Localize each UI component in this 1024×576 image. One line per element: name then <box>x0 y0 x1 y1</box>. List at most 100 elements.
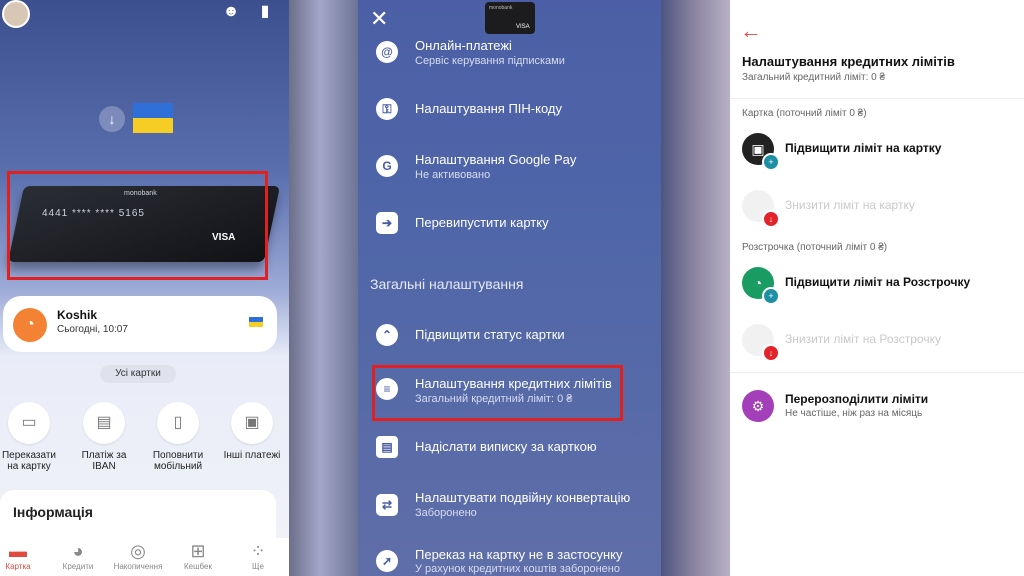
divider <box>730 98 1024 99</box>
jar-icon: ◔ <box>13 308 47 342</box>
blurred-background <box>661 0 730 576</box>
item-title: Перерозподілити ліміти <box>785 392 929 406</box>
card-section-label: Картка (поточний ліміт 0 ₴) <box>742 108 867 119</box>
nav-label: Ще <box>252 562 264 571</box>
item-subtitle: Сервіс керування підписками <box>415 55 565 67</box>
item-title: Переказ на картку не в застосунку <box>415 547 623 562</box>
menu-double-conversion[interactable]: ⇄ Налаштувати подвійну конвертацію Забор… <box>358 490 661 540</box>
close-icon[interactable]: ✕ <box>370 6 388 32</box>
card-settings-menu: ✕ monobank VISA @ Онлайн-платежі Сервіс … <box>358 0 661 576</box>
action-transfer-card[interactable]: ▭ Переказати на картку <box>0 402 59 472</box>
highlight-credit-limits <box>372 365 623 421</box>
jar-name: Koshik <box>57 308 98 322</box>
page-title: Налаштування кредитних лімітів <box>742 54 955 69</box>
item-title: Налаштування Google Pay <box>415 152 577 167</box>
menu-pin-settings[interactable]: ⚿ Налаштування ПІН-коду <box>358 98 661 148</box>
item-title: Перевипустити картку <box>415 215 549 230</box>
nav-label: Картка <box>5 562 31 571</box>
item-title: Надіслати виписку за карткою <box>415 439 597 454</box>
transfer-icon: ➚ <box>376 550 398 572</box>
action-other[interactable]: ▣ Інші платежі <box>222 402 282 461</box>
minus-badge-icon: ↓ <box>762 344 780 362</box>
item-subtitle: Не частіше, ніж раз на місяць <box>785 408 923 419</box>
ukraine-flag-icon <box>133 103 173 133</box>
menu-online-payments[interactable]: @ Онлайн-платежі Сервіс керування підпис… <box>358 38 661 88</box>
menu-reissue-card[interactable]: ➔ Перевипустити картку <box>358 212 661 262</box>
item-title: Знизити ліміт на картку <box>785 198 915 212</box>
plus-badge-icon: + <box>762 287 780 305</box>
all-cards-button[interactable]: Усі картки <box>100 365 176 383</box>
item-title: Підвищити ліміт на картку <box>785 141 942 155</box>
minus-badge-icon: ↓ <box>762 210 780 228</box>
mini-card-brand: monobank <box>489 5 513 11</box>
page-subtitle: Загальний кредитний ліміт: 0 ₴ <box>742 72 886 83</box>
lower-installment-button: ↓ Знизити ліміт на Розстрочку <box>742 324 1022 362</box>
card-icon: ▭ <box>8 402 50 444</box>
item-title: Налаштувати подвійну конвертацію <box>415 490 631 505</box>
divider <box>730 372 1024 373</box>
nav-label: Кредити <box>62 562 94 571</box>
credit-limits-screen: ← Налаштування кредитних лімітів Загальн… <box>730 0 1024 576</box>
sliders-icon: ⚙ <box>742 390 774 422</box>
action-label: Поповнити мобільний <box>152 450 204 472</box>
nav-credits[interactable]: ◕ Кредити <box>50 540 106 571</box>
bottom-nav: ▬ Картка ◕ Кредити ◎ Накопичення ⊞ Кешбе… <box>0 538 289 576</box>
stats-icon[interactable]: ▮ <box>255 2 275 22</box>
mini-card: monobank VISA <box>485 2 535 34</box>
lower-card-limit-button: ↓ Знизити ліміт на картку <box>742 190 1022 228</box>
blurred-background <box>289 0 358 576</box>
jar-time: Сьогодні, 10:07 <box>57 324 128 335</box>
raise-card-limit-button[interactable]: ▣ + Підвищити ліміт на картку <box>742 133 1022 171</box>
back-arrow-icon[interactable]: ← <box>740 18 762 44</box>
action-iban[interactable]: ▤ Платіж за IBAN <box>74 402 134 472</box>
installment-section-label: Розстрочка (поточний ліміт 0 ₴) <box>742 242 888 253</box>
phone-icon: ▯ <box>157 402 199 444</box>
menu-send-statement[interactable]: ▤ Надіслати виписку за карткою <box>358 436 661 486</box>
swap-icon: ⇄ <box>376 494 398 516</box>
pie-icon: ◕ <box>72 541 84 561</box>
card-nav-icon: ▬ <box>9 541 27 561</box>
nav-card[interactable]: ▬ Картка <box>0 540 46 571</box>
nav-cashback[interactable]: ⊞ Кешбек <box>170 540 226 571</box>
nav-savings[interactable]: ◎ Накопичення <box>110 540 166 571</box>
item-title: Налаштування ПІН-коду <box>415 101 562 116</box>
mini-card-network: VISA <box>516 24 530 30</box>
avatar[interactable] <box>2 0 30 28</box>
item-title: Онлайн-платежі <box>415 38 512 53</box>
item-subtitle: У рахунок кредитних коштів заборонено <box>415 563 620 575</box>
document-icon: ▤ <box>83 402 125 444</box>
download-icon[interactable]: ↓ <box>99 106 125 132</box>
emoji-icon[interactable]: ☻ <box>221 2 241 22</box>
item-title: Підвищити ліміт на Розстрочку <box>785 275 971 289</box>
safe-icon: ◎ <box>130 541 146 561</box>
chevrons-up-icon: ⌃ <box>376 324 398 346</box>
action-label: Переказати на картку <box>1 450 56 472</box>
action-label: Платіж за IBAN <box>81 450 127 472</box>
arrow-right-icon: ➔ <box>376 212 398 234</box>
highlight-card <box>7 171 268 280</box>
home-screen: ☻ ▮ ↓ monobank 4441 **** **** 5165 VISA … <box>0 0 289 576</box>
plus-badge-icon: + <box>762 153 780 171</box>
wallet-icon: ▣ <box>231 402 273 444</box>
item-subtitle: Заборонено <box>415 507 477 519</box>
raise-installment-button[interactable]: ◔ + Підвищити ліміт на Розстрочку <box>742 267 1022 305</box>
nav-label: Кешбек <box>184 562 212 571</box>
nav-more[interactable]: ⁘ Ще <box>230 540 286 571</box>
section-general: Загальні налаштування <box>370 276 524 292</box>
redistribute-limits-button[interactable]: ⚙ Перерозподілити ліміти Не частіше, ніж… <box>742 390 1022 428</box>
item-title: Знизити ліміт на Розстрочку <box>785 332 941 346</box>
nav-label: Накопичення <box>113 562 163 571</box>
menu-transfer-outside[interactable]: ➚ Переказ на картку не в застосунку У ра… <box>358 546 661 576</box>
at-icon: @ <box>376 41 398 63</box>
action-label: Інші платежі <box>223 450 281 461</box>
gift-icon: ⊞ <box>190 541 206 561</box>
item-title: Підвищити статус картки <box>415 327 565 342</box>
grid-icon: ⁘ <box>250 541 266 561</box>
item-subtitle: Не активовано <box>415 169 491 181</box>
jar-widget[interactable]: ◔ Koshik Сьогодні, 10:07 <box>3 296 277 352</box>
action-mobile[interactable]: ▯ Поповнити мобільний <box>148 402 208 472</box>
file-icon: ▤ <box>376 436 398 458</box>
flag-icon <box>249 317 263 327</box>
google-icon: G <box>376 155 398 177</box>
menu-google-pay[interactable]: G Налаштування Google Pay Не активовано <box>358 152 661 202</box>
